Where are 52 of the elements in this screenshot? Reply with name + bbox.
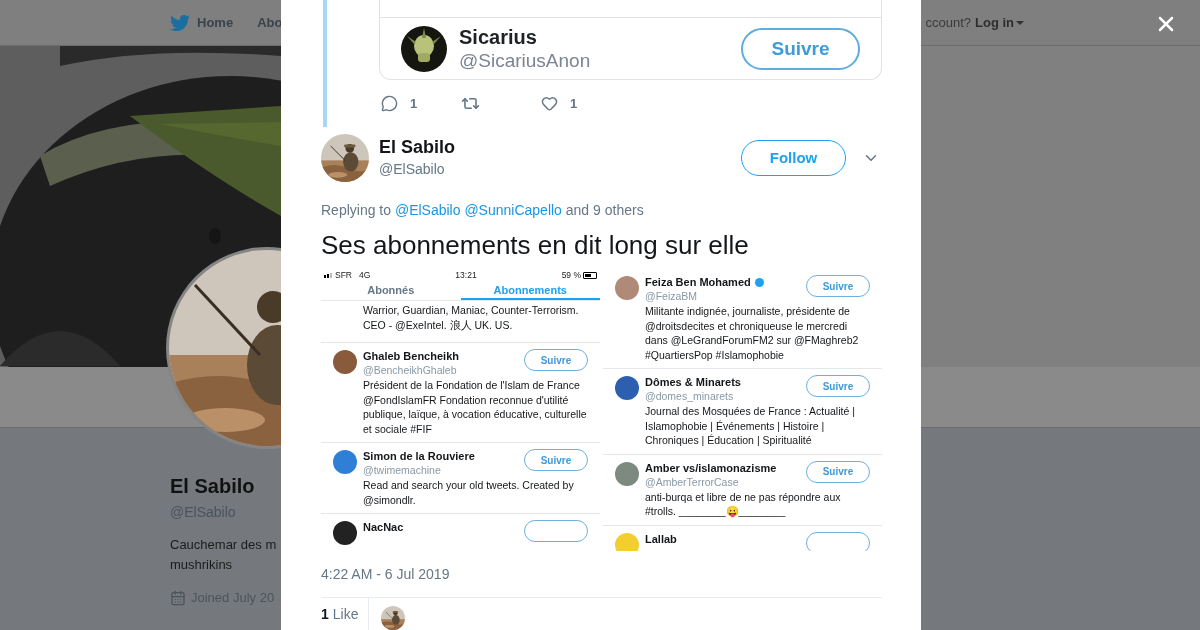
network-label: 4G [359, 269, 371, 282]
action-count: 1 [570, 94, 578, 113]
account-handle: @AmberTerrorCase [645, 474, 740, 489]
author-name: El Sabilo [379, 136, 456, 158]
like-label[interactable]: Like [332, 603, 359, 625]
login-prompt: ccount? [925, 13, 971, 32]
follow-button[interactable]: Suivre [741, 27, 860, 70]
login-link[interactable]: Log in [975, 12, 1024, 33]
account-name: Dômes & Minarets [645, 375, 741, 389]
bird-icon [170, 12, 190, 33]
account-name: Amber vs/islamonazisme [645, 460, 777, 475]
mention-link[interactable]: @ElSabilo [394, 202, 461, 218]
account-bio: Read and search your old tweets. Created by @simondlr. [363, 478, 575, 508]
action-count: 1 [410, 94, 418, 113]
account-name: Lallab [645, 531, 677, 546]
account-bio: Warrior, Guardian, Maniac, Counter-Terrorism. CEO - @ExeIntel. 浪人 UK. US. [363, 303, 580, 333]
account-bio: anti-burqa et libre de ne pas répondre aux #trolls. ________😛________ [645, 489, 842, 519]
tweet-timestamp: 4:22 AM - 6 Jul 2019 [321, 565, 451, 584]
replying-line: Replying to @ElSabilo @SunniCapello and 9 others [321, 201, 645, 220]
caret-icon [1016, 20, 1024, 25]
clock-label: 13:21 [455, 269, 477, 282]
signal-icon [324, 272, 332, 278]
account-handle: @domes_minarets [645, 389, 735, 403]
account-bio: Militante indignée, journaliste, présidente de @droitsdecites et chroniqueuse le mercredi dans @LeGrandForumFM2 sur @FMaghreb2 #QuartiersPop #Islamophobie [645, 304, 860, 362]
account-name: Simon de la Rouviere [363, 449, 475, 464]
account-bio: Président de la Fondation de l'Islam de France @FondIslamFR Fondation reconnue d'utilité publique, laïque, à vocation éducative, culturelle et sociale #FIF [363, 378, 588, 437]
author-handle: @ElSabilo [379, 160, 446, 179]
nav-link[interactable]: Home [170, 12, 234, 33]
account-name: Feiza Ben Mohamed [645, 275, 751, 289]
mention-link[interactable]: @SunniCapello [464, 202, 562, 218]
account-handle: @FeizaBM [645, 289, 699, 303]
tab[interactable]: Abonnés [321, 281, 461, 301]
profile-name: El Sabilo [170, 474, 255, 498]
carrier-label: SFR [335, 269, 352, 282]
like-count: 1 [321, 604, 329, 624]
battery-icon [583, 271, 597, 279]
profile-bio: Cauchemar des m [170, 536, 277, 554]
account-handle: @twimemachine [363, 463, 442, 478]
battery-label: 59 % [561, 269, 581, 282]
account-handle: @BencheikhGhaleb [363, 363, 458, 378]
nav-link[interactable]: Abo [257, 12, 283, 33]
account-handle: @SicariusAnon [459, 48, 591, 72]
profile-bio: mushrikins [170, 556, 233, 574]
account-name: NacNac [363, 520, 404, 535]
account-bio: Journal des Mosquées de France : Actualité | Islamophobie | Événements | Histoire | Chroniques | Éducation | Spiritualité [645, 404, 856, 448]
tab[interactable]: Abonnements [460, 281, 600, 301]
account-name: Ghaleb Bencheikh [363, 349, 459, 364]
reply-icon[interactable] [381, 95, 398, 112]
calendar-icon [170, 589, 186, 606]
tweet-text: Ses abonnements en dit long sur elle [321, 229, 750, 261]
account-name: Sicarius [459, 25, 538, 49]
like-icon[interactable] [541, 95, 558, 112]
